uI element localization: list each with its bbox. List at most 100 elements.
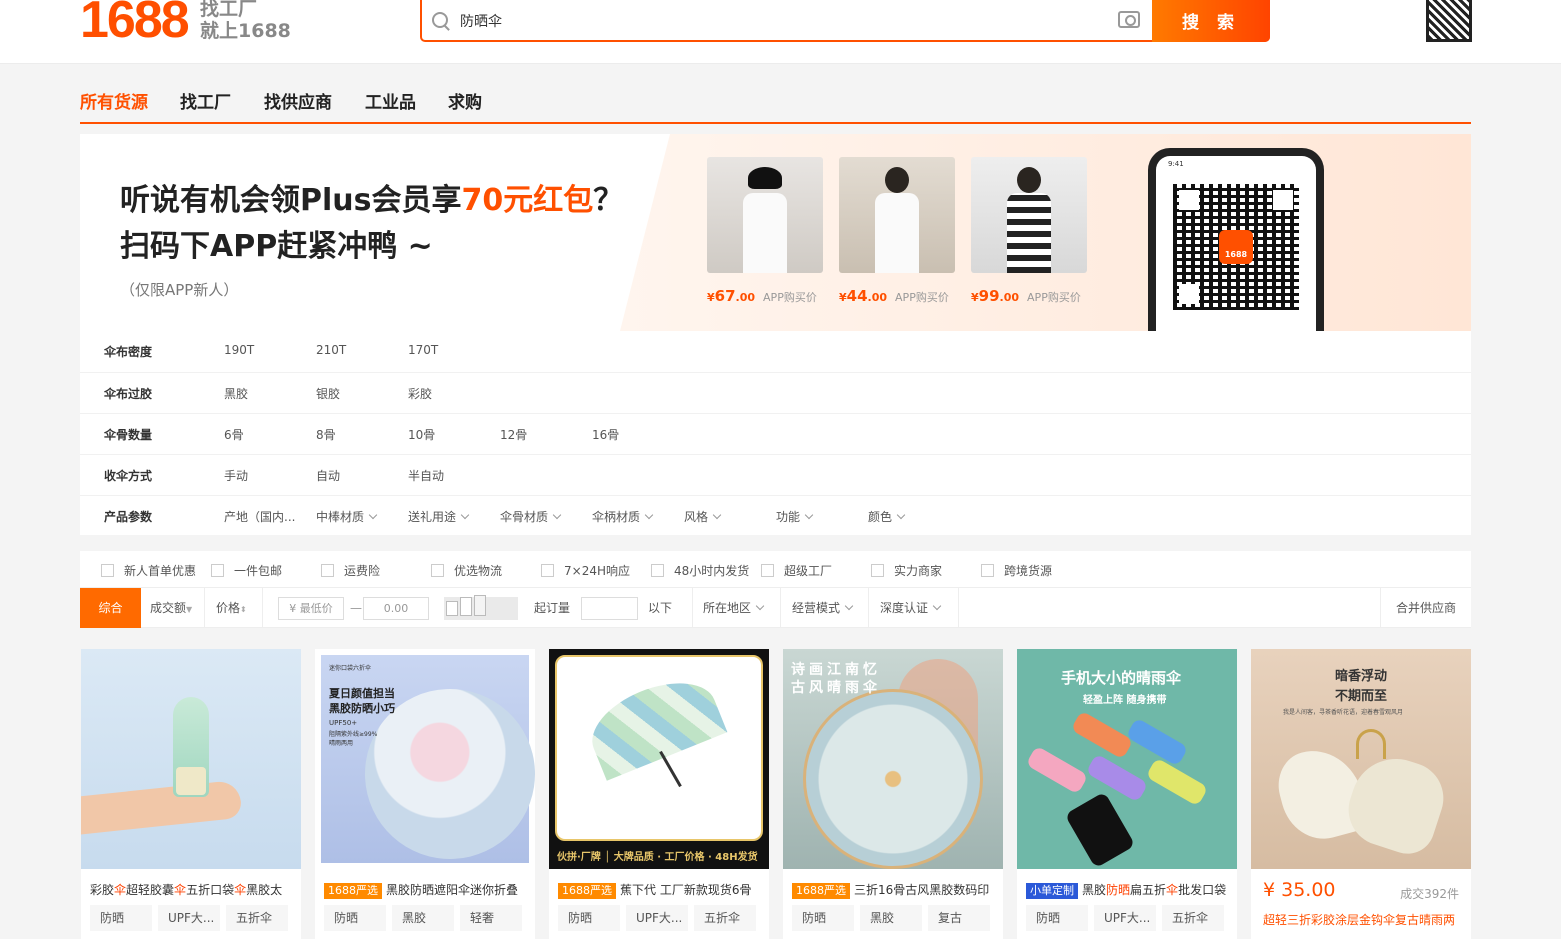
- service-checkbox[interactable]: 跨境货源: [981, 562, 1052, 579]
- merge-suppliers-button[interactable]: 合并供应商: [1388, 588, 1464, 628]
- filter-option[interactable]: 手动: [224, 467, 248, 484]
- max-price-input[interactable]: 0.00: [363, 597, 429, 620]
- product-title[interactable]: 1688严选 蕉下代 工厂新款现货6骨: [558, 881, 764, 899]
- product-card[interactable]: 伙拼·厂牌 │ 大牌品质 · 工厂价格 · 48H发货 1688严选 蕉下代 工厂…: [549, 649, 769, 939]
- checkbox-icon[interactable]: [541, 564, 554, 577]
- tab-find-factory[interactable]: 找工厂: [180, 88, 231, 113]
- checkbox-icon[interactable]: [871, 564, 884, 577]
- tab-purchase-request[interactable]: 求购: [448, 88, 482, 113]
- product-tag[interactable]: 复古: [928, 905, 990, 931]
- site-logo[interactable]: 1688: [80, 0, 190, 46]
- product-tag[interactable]: 轻奢: [460, 905, 522, 931]
- product-title[interactable]: 小单定制 黑胶防晒扁五折伞批发口袋: [1026, 881, 1232, 899]
- sort-comprehensive[interactable]: 综合: [80, 588, 141, 628]
- certification-dropdown[interactable]: 深度认证: [872, 588, 948, 628]
- product-image[interactable]: 手机大小的晴雨伞 轻盈上阵 随身携带: [1017, 649, 1237, 869]
- product-image[interactable]: 诗画江南忆 古风晴雨伞: [783, 649, 1003, 869]
- product-tag[interactable]: 五折伞: [1162, 905, 1224, 931]
- product-title[interactable]: 超轻三折彩胶涂层金钩伞复古晴雨两: [1263, 911, 1455, 928]
- product-tag[interactable]: 五折伞: [226, 905, 288, 931]
- filter-dropdown[interactable]: 功能: [776, 508, 814, 525]
- filter-option[interactable]: 12骨: [500, 426, 527, 443]
- promo-banner[interactable]: 听说有机会领Plus会员享70元红包？ 扫码下APP赶紧冲鸭 ~ （仅限APP新…: [80, 134, 1471, 331]
- product-price: ¥ 35.00: [1263, 879, 1336, 901]
- product-image[interactable]: 迷你口袋六折伞 夏日颜值担当 黑胶防晒小巧 UPF50+ 阻隔紫外线≥99% 晴…: [315, 649, 535, 869]
- checkbox-icon[interactable]: [761, 564, 774, 577]
- product-tag[interactable]: UPF大...: [158, 905, 220, 931]
- product-image[interactable]: 暗香浮动 不期而至 我是人间客，寻茶香听花语，迎着春雪观风月: [1251, 649, 1471, 869]
- search-input[interactable]: [460, 8, 1060, 34]
- service-checkbox[interactable]: 7×24H响应: [541, 562, 630, 579]
- product-tag[interactable]: 黑胶: [392, 905, 454, 931]
- filter-option[interactable]: 10骨: [408, 426, 435, 443]
- checkbox-icon[interactable]: [211, 564, 224, 577]
- checkbox-icon[interactable]: [651, 564, 664, 577]
- tab-find-supplier[interactable]: 找供应商: [264, 88, 332, 113]
- product-tag[interactable]: 防晒: [324, 905, 386, 931]
- filter-option[interactable]: 彩胶: [408, 385, 432, 402]
- search-button[interactable]: 搜 索: [1152, 0, 1270, 42]
- filter-dropdown[interactable]: 伞柄材质: [592, 508, 654, 525]
- banner-product[interactable]: ¥99.00 APP购买价: [971, 157, 1087, 305]
- service-checkbox[interactable]: 一件包邮: [211, 562, 282, 579]
- camera-icon[interactable]: [1118, 11, 1140, 28]
- product-tag[interactable]: 五折伞: [694, 905, 756, 931]
- checkbox-icon[interactable]: [101, 564, 114, 577]
- service-checkbox[interactable]: 运费险: [321, 562, 380, 579]
- moq-input[interactable]: [581, 597, 638, 620]
- service-checkbox[interactable]: 超级工厂: [761, 562, 832, 579]
- price-range-toggle[interactable]: [444, 595, 518, 620]
- filter-option[interactable]: 银胶: [316, 385, 340, 402]
- qr-code-icon[interactable]: [1426, 0, 1472, 42]
- product-card[interactable]: 迷你口袋六折伞 夏日颜值担当 黑胶防晒小巧 UPF50+ 阻隔紫外线≥99% 晴…: [315, 649, 535, 939]
- filter-option[interactable]: 自动: [316, 467, 340, 484]
- service-checkbox[interactable]: 实力商家: [871, 562, 942, 579]
- service-checkbox[interactable]: 优选物流: [431, 562, 502, 579]
- filter-option[interactable]: 6骨: [224, 426, 244, 443]
- filter-option[interactable]: 210T: [316, 343, 346, 357]
- checkbox-icon[interactable]: [431, 564, 444, 577]
- product-title[interactable]: 1688严选 黑胶防晒遮阳伞迷你折叠: [324, 881, 530, 899]
- filter-dropdown[interactable]: 风格: [684, 508, 722, 525]
- banner-product[interactable]: ¥67.00 APP购买价: [707, 157, 823, 305]
- product-tag[interactable]: 防晒: [90, 905, 152, 931]
- product-title[interactable]: 彩胶伞超轻胶囊伞五折口袋伞黑胶太: [90, 881, 296, 898]
- sort-volume[interactable]: 成交额▼: [142, 588, 200, 628]
- product-tag[interactable]: 防晒: [792, 905, 854, 931]
- filter-dropdown[interactable]: 产地（国内...: [224, 508, 295, 525]
- filter-option[interactable]: 半自动: [408, 467, 444, 484]
- product-image[interactable]: 伙拼·厂牌 │ 大牌品质 · 工厂价格 · 48H发货: [549, 649, 769, 869]
- checkbox-icon[interactable]: [981, 564, 994, 577]
- product-image[interactable]: [81, 649, 301, 869]
- filter-dropdown[interactable]: 送礼用途: [408, 508, 470, 525]
- tab-industrial[interactable]: 工业品: [365, 88, 416, 113]
- sort-price[interactable]: 价格⬍: [208, 588, 255, 628]
- product-tag[interactable]: 防晒: [558, 905, 620, 931]
- filter-dropdown[interactable]: 伞骨材质: [500, 508, 562, 525]
- product-card[interactable]: 诗画江南忆 古风晴雨伞 1688严选 三折16骨古风黑胶数码印 防晒 黑胶 复古: [783, 649, 1003, 939]
- product-title[interactable]: 1688严选 三折16骨古风黑胶数码印: [792, 881, 998, 899]
- service-checkbox[interactable]: 新人首单优惠: [101, 562, 196, 579]
- image-caption: 阻隔紫外线≥99%: [329, 731, 378, 738]
- product-card[interactable]: 彩胶伞超轻胶囊伞五折口袋伞黑胶太 防晒 UPF大... 五折伞: [81, 649, 301, 939]
- product-tag[interactable]: UPF大...: [1094, 905, 1156, 931]
- banner-product[interactable]: ¥44.00 APP购买价: [839, 157, 955, 305]
- service-checkbox[interactable]: 48小时内发货: [651, 562, 749, 579]
- filter-option[interactable]: 190T: [224, 343, 254, 357]
- product-tag[interactable]: 防晒: [1026, 905, 1088, 931]
- filter-option[interactable]: 黑胶: [224, 385, 248, 402]
- tab-all-sources[interactable]: 所有货源: [80, 88, 148, 113]
- product-tag[interactable]: 黑胶: [860, 905, 922, 931]
- product-tag[interactable]: UPF大...: [626, 905, 688, 931]
- checkbox-icon[interactable]: [321, 564, 334, 577]
- filter-option[interactable]: 16骨: [592, 426, 619, 443]
- filter-option[interactable]: 8骨: [316, 426, 336, 443]
- filter-dropdown[interactable]: 中棒材质: [316, 508, 378, 525]
- filter-option[interactable]: 170T: [408, 343, 438, 357]
- product-card[interactable]: 手机大小的晴雨伞 轻盈上阵 随身携带 小单定制 黑胶防晒扁五折伞批发口袋 防晒 U…: [1017, 649, 1237, 939]
- business-mode-dropdown[interactable]: 经营模式: [784, 588, 860, 628]
- region-dropdown[interactable]: 所在地区: [695, 588, 771, 628]
- product-card[interactable]: 暗香浮动 不期而至 我是人间客，寻茶香听花语，迎着春雪观风月 ¥ 35.00 成…: [1251, 649, 1471, 939]
- min-price-input[interactable]: ¥ 最低价: [278, 597, 344, 620]
- filter-dropdown[interactable]: 颜色: [868, 508, 906, 525]
